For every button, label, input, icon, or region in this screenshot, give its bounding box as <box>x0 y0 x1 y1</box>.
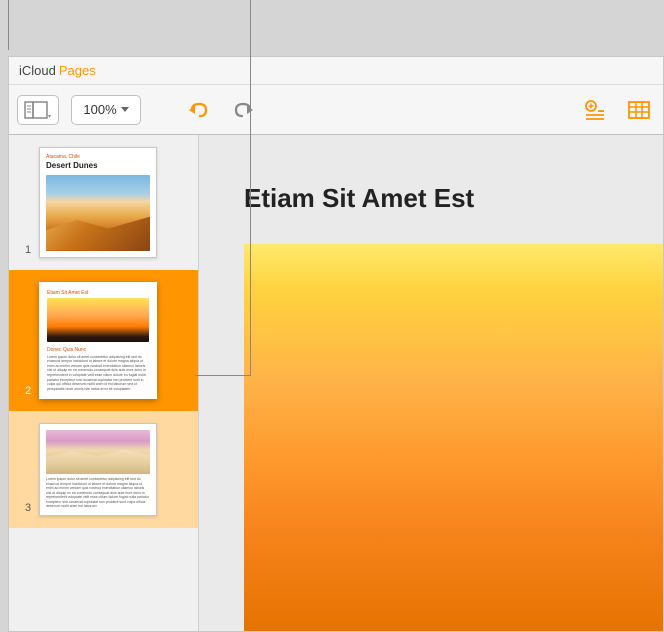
workspace: 1 Atacama, Chile Desert Dunes 2 Etiam Si… <box>9 135 663 631</box>
zoom-level-label: 100% <box>83 102 116 117</box>
callout-line-4 <box>195 375 250 376</box>
brand-app: Pages <box>59 63 96 78</box>
thumbnail-image <box>46 430 150 474</box>
page-thumbnail-3[interactable]: 3 Lorem ipsum dolor sit amet consectetur… <box>9 411 198 528</box>
callout-line-1 <box>8 0 9 50</box>
undo-button[interactable] <box>183 94 215 126</box>
table-button[interactable] <box>623 94 655 126</box>
chevron-down-icon <box>121 107 129 112</box>
page-thumbnail-2[interactable]: 2 Etiam Sit Amet Est Donec Quis Nunc Lor… <box>9 270 198 411</box>
document-heading[interactable]: Etiam Sit Amet Est <box>199 183 663 244</box>
thumbnail-category: Atacama, Chile <box>46 154 150 160</box>
thumbnail-body-text: Lorem ipsum dolor sit amet consectetur a… <box>46 477 150 509</box>
table-icon <box>626 97 652 123</box>
redo-button[interactable] <box>227 94 259 126</box>
thumbnail-image <box>47 298 149 342</box>
thumbnail-card: Lorem ipsum dolor sit amet consectetur a… <box>39 423 157 516</box>
view-icon <box>24 100 52 120</box>
page-thumbnail-1[interactable]: 1 Atacama, Chile Desert Dunes <box>9 135 198 270</box>
page-number: 2 <box>25 385 31 397</box>
insert-icon <box>582 97 608 123</box>
thumbnail-image <box>46 175 150 251</box>
thumbnail-body-text: Lorem ipsum dolor sit amet consectetur a… <box>47 355 149 391</box>
titlebar: iCloud Pages <box>9 57 663 85</box>
thumbnail-card: Atacama, Chile Desert Dunes <box>39 147 157 258</box>
callout-line-3 <box>250 56 251 376</box>
page-thumbnails-sidebar[interactable]: 1 Atacama, Chile Desert Dunes 2 Etiam Si… <box>9 135 199 631</box>
thumbnail-card: Etiam Sit Amet Est Donec Quis Nunc Lorem… <box>39 282 157 399</box>
thumbnail-subtitle: Donec Quis Nunc <box>47 347 149 353</box>
page-number: 1 <box>25 244 31 256</box>
zoom-dropdown[interactable]: 100% <box>71 95 141 125</box>
document-canvas[interactable]: Etiam Sit Amet Est <box>199 135 663 631</box>
thumbnail-category: Etiam Sit Amet Est <box>47 290 149 296</box>
document-hero-image[interactable] <box>244 244 663 631</box>
insert-button[interactable] <box>579 94 611 126</box>
app-window: iCloud Pages 100% <box>8 56 664 632</box>
page-number: 3 <box>25 502 31 514</box>
brand-prefix: iCloud <box>19 63 56 78</box>
undo-icon <box>186 97 212 123</box>
callout-line-2 <box>250 0 251 56</box>
view-menu-button[interactable] <box>17 95 59 125</box>
redo-icon <box>230 97 256 123</box>
thumbnail-title: Desert Dunes <box>46 162 150 171</box>
toolbar: 100% <box>9 85 663 135</box>
